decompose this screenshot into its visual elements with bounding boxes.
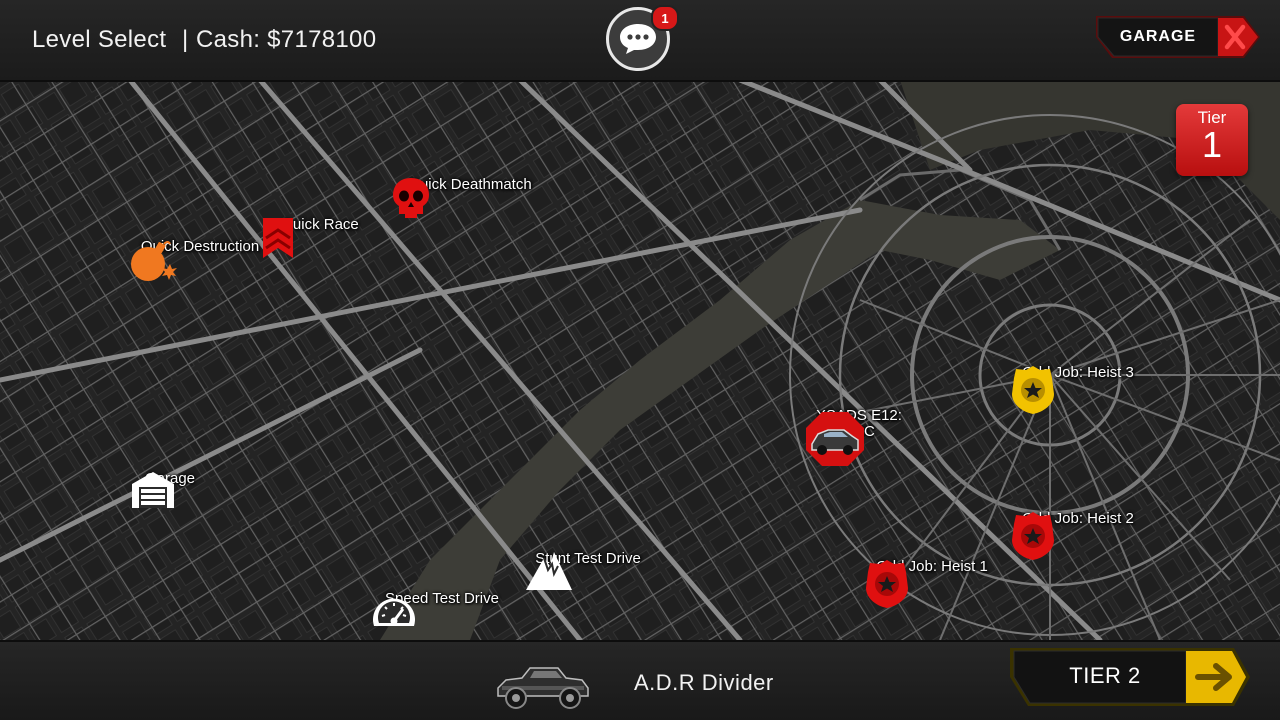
notification-badge: 1 xyxy=(651,5,679,31)
police-badge-icon xyxy=(1012,366,1054,414)
marker-garage[interactable]: Garage xyxy=(130,470,210,508)
cash-display: Cash: $7178100 xyxy=(196,26,377,53)
garage-button-label[interactable]: GARAGE xyxy=(1098,16,1218,58)
garage-icon xyxy=(132,472,174,508)
tier-badge-number: 1 xyxy=(1201,124,1223,165)
marker-quick-destruction[interactable]: Quick Destruction xyxy=(126,238,274,281)
marker-odd-job-heist-2[interactable]: Odd Job: Heist 2 xyxy=(1010,510,1146,560)
page-title: Level Select xyxy=(32,26,167,53)
police-badge-icon xyxy=(1012,512,1054,560)
chat-bubble-icon xyxy=(620,24,656,54)
top-bar: Level Select | Cash: $7178100 1 GARAGE xyxy=(0,0,1280,82)
marker-quick-race[interactable]: Quick Race xyxy=(260,216,380,258)
title-separator: | xyxy=(182,26,189,53)
next-tier-label[interactable]: TIER 2 xyxy=(1030,656,1180,696)
car-hexagon-icon xyxy=(806,412,864,466)
skull-icon xyxy=(393,178,429,218)
selected-car-name: A.D.R Divider xyxy=(634,670,774,695)
bomb-icon xyxy=(131,241,177,281)
mountain-icon xyxy=(526,552,572,590)
marker-speed-test-drive[interactable]: Speed Test Drive xyxy=(370,590,514,626)
marker-stunt-test-drive[interactable]: Stunt Test Drive xyxy=(524,550,652,590)
marker-quick-deathmatch[interactable]: Quick Deathmatch xyxy=(390,176,550,218)
car-thumbnail[interactable] xyxy=(492,658,592,712)
marker-xsads-e12-xrc[interactable]: XSADS E12: XRC xyxy=(804,408,914,466)
speedometer-icon xyxy=(373,598,415,626)
city-map[interactable]: Quick Deathmatch Quick Race Quick Destru… xyxy=(0,80,1280,640)
marker-odd-job-heist-3[interactable]: Odd Job: Heist 3 xyxy=(1010,364,1146,414)
current-tier-badge: Tier 1 xyxy=(1176,104,1248,176)
police-badge-icon xyxy=(866,560,908,608)
marker-odd-job-heist-1[interactable]: Odd Job: Heist 1 xyxy=(864,558,1000,608)
